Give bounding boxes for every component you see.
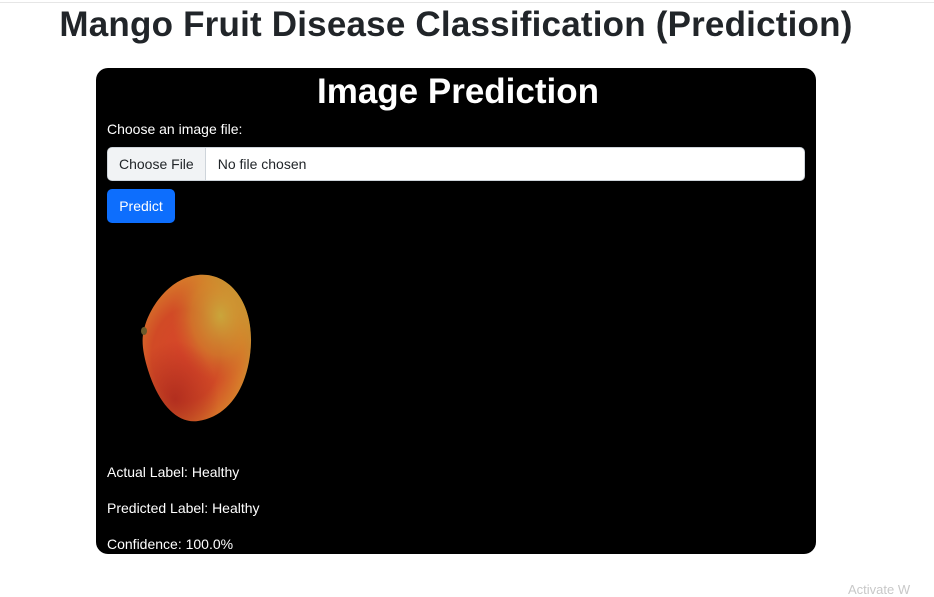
choose-file-button[interactable]: Choose File: [108, 148, 206, 180]
predicted-label-text: Predicted Label: Healthy: [107, 500, 260, 516]
confidence-text: Confidence: 100.0%: [107, 536, 234, 552]
mango-fruit-image: [141, 274, 252, 422]
file-status-text: No file chosen: [217, 156, 307, 172]
top-divider: [0, 2, 934, 3]
file-input[interactable]: Choose File No file chosen: [107, 147, 805, 181]
actual-label-text: Actual Label: Healthy: [107, 464, 240, 480]
file-input-label: Choose an image file:: [107, 121, 243, 137]
card-title: Image Prediction: [316, 72, 600, 111]
page-title: Mango Fruit Disease Classification (Pred…: [59, 5, 853, 44]
predict-button[interactable]: Predict: [107, 189, 175, 223]
